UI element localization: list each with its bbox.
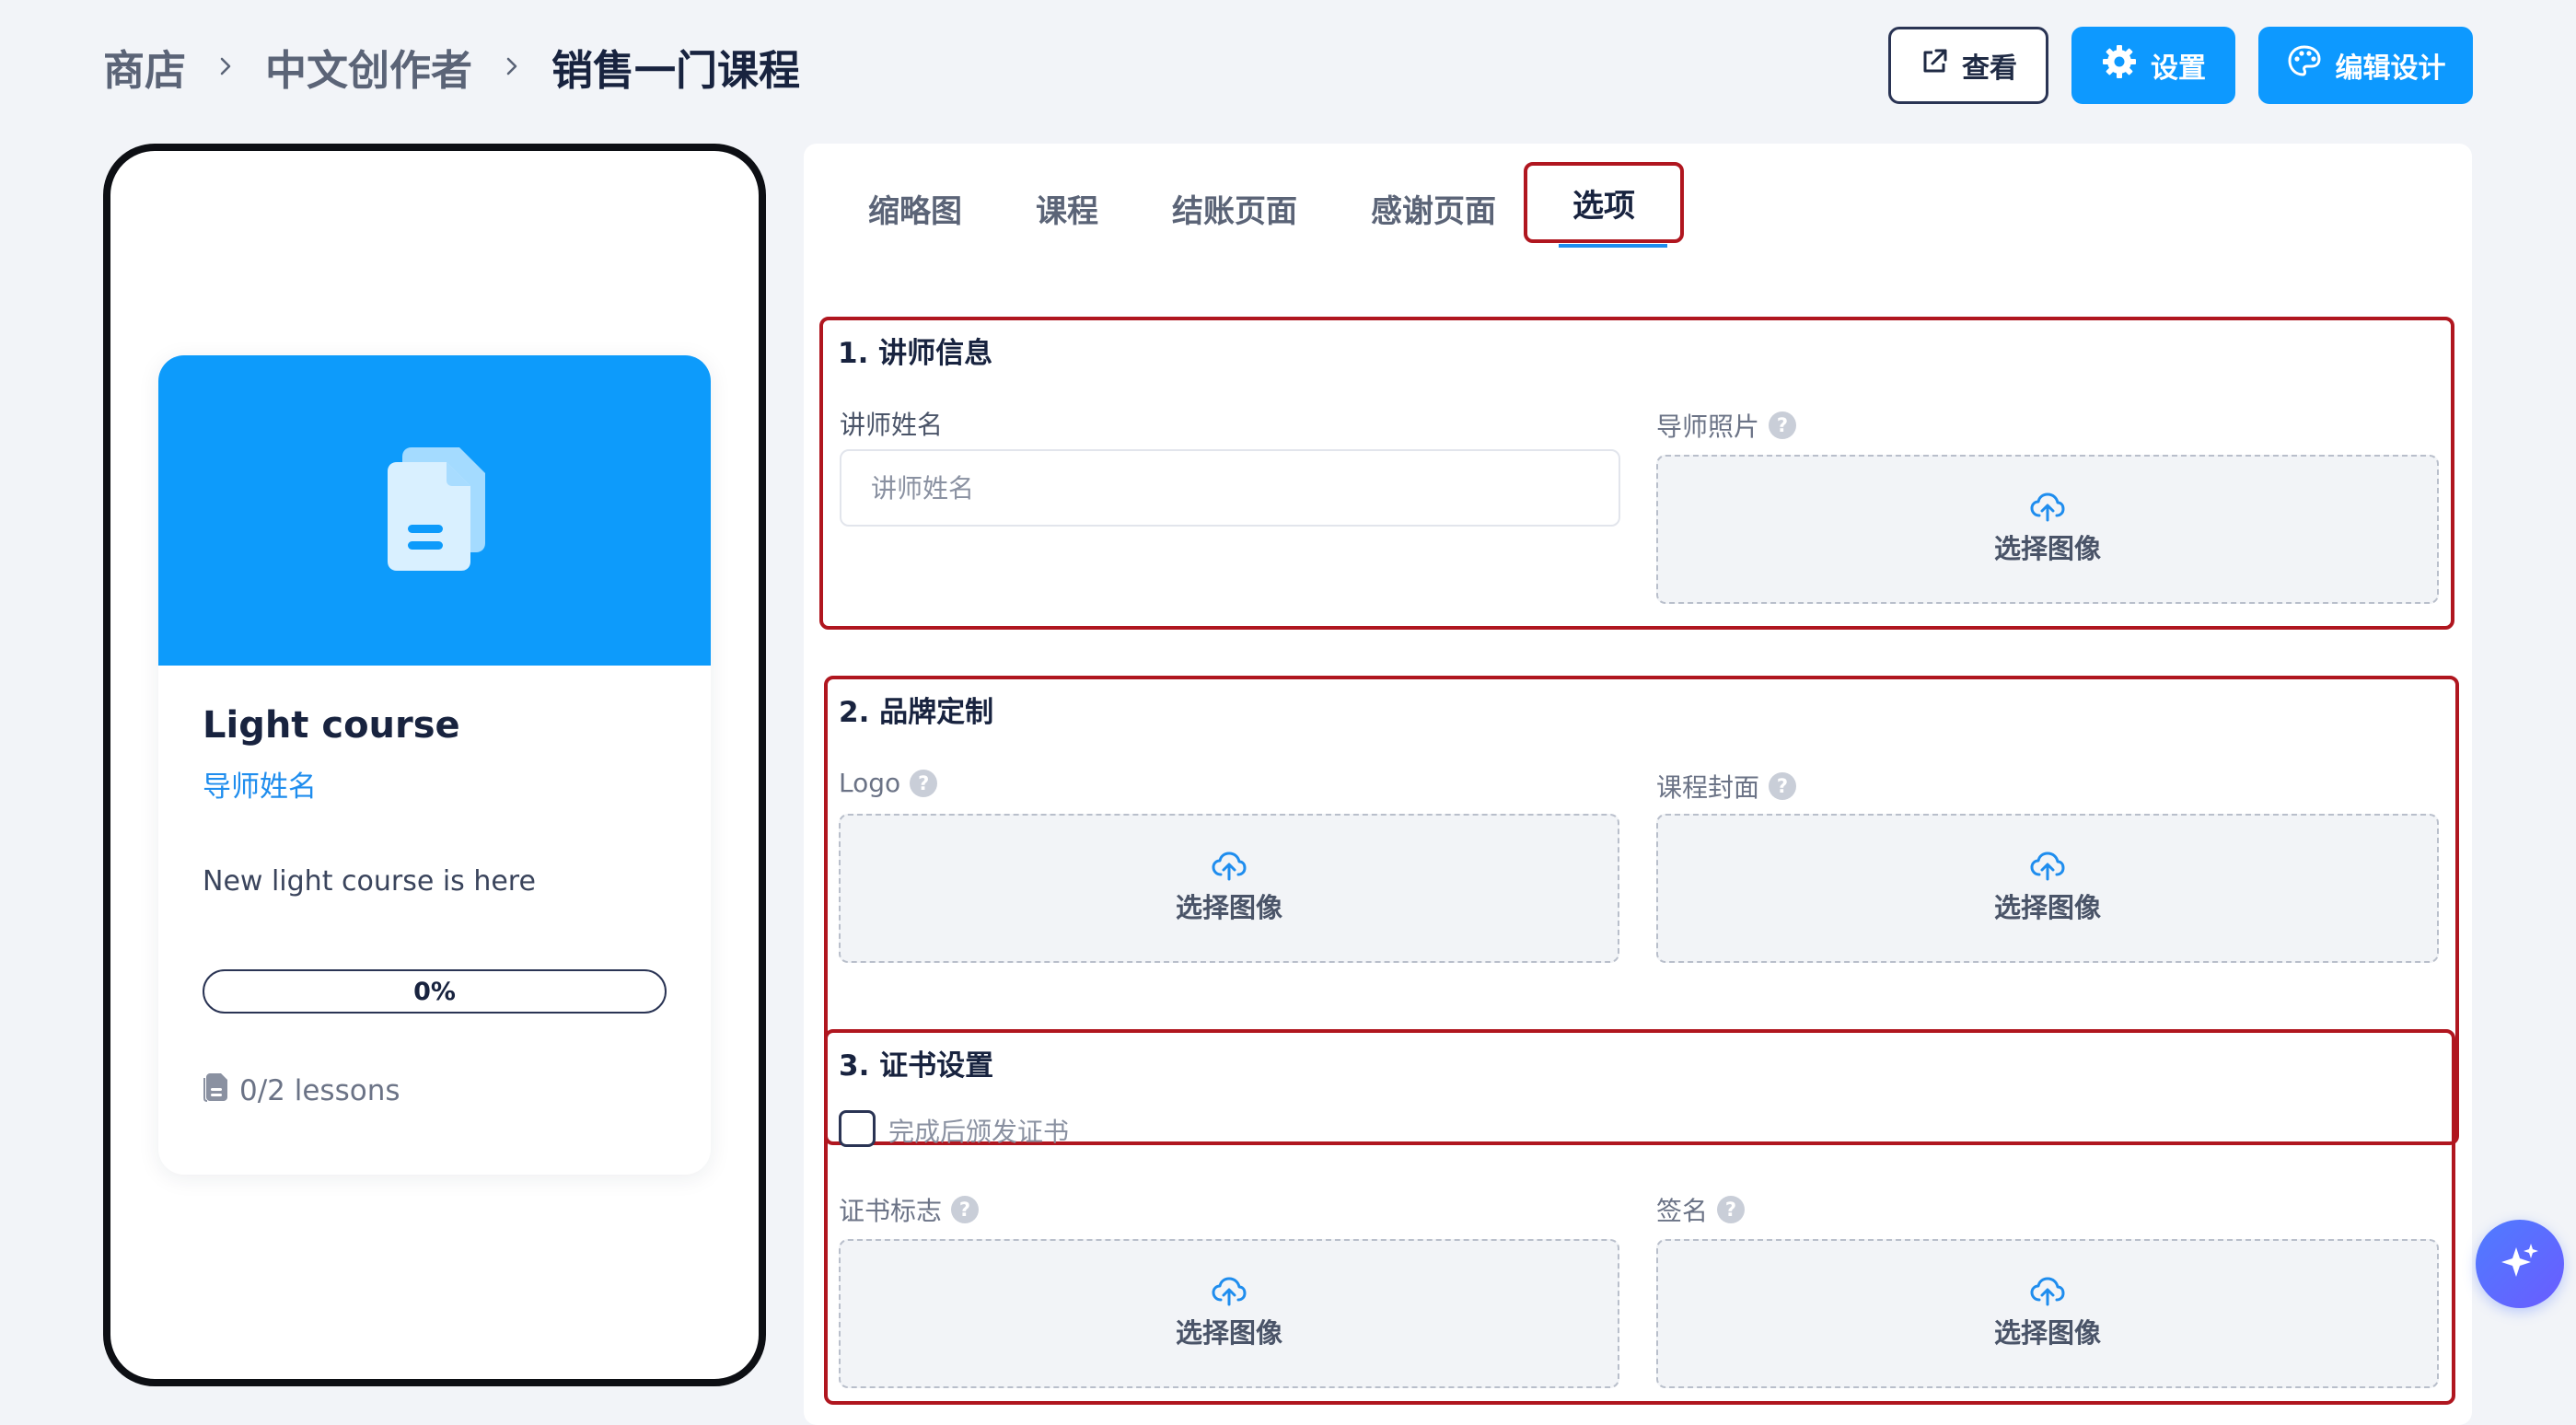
- help-icon[interactable]: ?: [1717, 1196, 1746, 1223]
- help-icon[interactable]: ?: [1769, 411, 1797, 439]
- certificate-section: 3. 证书设置 完成后颁发证书 证书标志 ? 选择图像 签名 ? 选择图像: [824, 1029, 2455, 1405]
- cloud-upload-icon: [1212, 852, 1247, 885]
- section-title: 2. 品牌定制: [839, 696, 994, 729]
- tab-checkout-page[interactable]: 结账页面: [1172, 180, 1297, 236]
- upload-label: 选择图像: [1993, 1317, 2101, 1349]
- issue-certificate-label: 完成后颁发证书: [888, 1117, 1070, 1147]
- settings-button[interactable]: 设置: [2071, 27, 2235, 104]
- upload-label: 选择图像: [1993, 533, 2101, 564]
- course-description: New light course is here: [203, 865, 536, 898]
- instructor-photo-label-text: 导师照片: [1656, 411, 1760, 442]
- cloud-upload-icon: [1212, 1277, 1247, 1310]
- help-icon[interactable]: ?: [910, 769, 938, 797]
- upload-label: 选择图像: [1175, 1317, 1282, 1349]
- section-title: 3. 证书设置: [839, 1049, 994, 1083]
- upload-label: 选择图像: [1175, 892, 1282, 923]
- help-icon[interactable]: ?: [951, 1196, 980, 1223]
- issue-certificate-checkbox[interactable]: [839, 1110, 876, 1147]
- certificate-logo-label-text: 证书标志: [839, 1196, 943, 1226]
- logo-label-text: Logo: [839, 768, 901, 798]
- instructor-photo-label: 导师照片 ?: [1656, 407, 1797, 444]
- help-icon[interactable]: ?: [1769, 772, 1797, 800]
- signature-upload[interactable]: 选择图像: [1656, 1239, 2439, 1388]
- section-title: 1. 讲师信息: [838, 337, 993, 370]
- palette-icon: [2286, 43, 2323, 87]
- course-cover: [158, 355, 711, 666]
- certificate-logo-label: 证书标志 ?: [839, 1191, 980, 1228]
- breadcrumb-item-current: 销售一门课程: [551, 45, 801, 95]
- tab-thumbnail[interactable]: 缩略图: [868, 180, 962, 236]
- lessons-text: 0/2 lessons: [239, 1074, 400, 1107]
- tab-options[interactable]: 选项: [1524, 162, 1684, 248]
- breadcrumb: 商店 中文创作者 销售一门课程: [103, 37, 800, 96]
- breadcrumb-item-creator[interactable]: 中文创作者: [265, 37, 472, 97]
- course-instructor: 导师姓名: [203, 770, 317, 804]
- editor-panel: 缩略图 课程 结账页面 感谢页面 选项 1. 讲师信息 讲师姓名 导师照片 ? …: [804, 144, 2472, 1425]
- course-cover-upload[interactable]: 选择图像: [1656, 814, 2439, 963]
- sparkle-icon: [2498, 1240, 2542, 1288]
- instructor-info-section: 1. 讲师信息 讲师姓名 导师照片 ? 选择图像: [819, 317, 2454, 630]
- breadcrumb-item-store[interactable]: 商店: [103, 37, 186, 97]
- ai-assistant-button[interactable]: [2476, 1220, 2564, 1308]
- chevron-right-icon: [210, 51, 241, 82]
- instructor-photo-upload[interactable]: 选择图像: [1656, 455, 2439, 604]
- certificate-logo-upload[interactable]: 选择图像: [839, 1239, 1619, 1388]
- gear-icon: [2101, 43, 2138, 87]
- course-preview-card: Light course 导师姓名 New light course is he…: [158, 355, 711, 1175]
- edit-design-button-label: 编辑设计: [2335, 52, 2446, 85]
- external-link-icon: [1920, 47, 1949, 84]
- course-cover-label-text: 课程封面: [1656, 772, 1760, 803]
- cloud-upload-icon: [2030, 492, 2065, 526]
- cloud-upload-icon: [2030, 852, 2065, 885]
- course-title: Light course: [203, 704, 460, 747]
- top-actions: 查看 设置 编辑设计: [1888, 27, 2473, 104]
- cloud-upload-icon: [2030, 1277, 2065, 1310]
- documents-icon: [375, 440, 494, 582]
- logo-label: Logo ?: [839, 768, 938, 798]
- instructor-name-input[interactable]: [840, 449, 1620, 527]
- course-body: Light course 导师姓名 New light course is he…: [158, 666, 711, 1109]
- signature-label: 签名 ?: [1656, 1191, 1746, 1228]
- lessons-count: 0/2 lessons: [203, 1072, 667, 1109]
- upload-label: 选择图像: [1993, 892, 2101, 923]
- document-icon: [203, 1072, 228, 1109]
- view-button[interactable]: 查看: [1888, 27, 2048, 104]
- edit-design-button[interactable]: 编辑设计: [2258, 27, 2473, 104]
- course-cover-label: 课程封面 ?: [1656, 768, 1797, 805]
- progress-text: 0%: [413, 977, 456, 1006]
- chevron-right-icon: [496, 51, 528, 82]
- instructor-name-label: 讲师姓名: [840, 405, 943, 442]
- instructor-name-label-text: 讲师姓名: [840, 410, 944, 440]
- view-button-label: 查看: [1962, 52, 2017, 85]
- progress-bar: 0%: [203, 969, 667, 1014]
- tab-course[interactable]: 课程: [1036, 180, 1098, 236]
- logo-upload[interactable]: 选择图像: [839, 814, 1619, 963]
- tab-bar: 缩略图 课程 结账页面 感谢页面 选项: [868, 162, 1684, 248]
- tab-thank-you-page[interactable]: 感谢页面: [1371, 180, 1496, 236]
- signature-label-text: 签名: [1656, 1196, 1709, 1226]
- settings-button-label: 设置: [2151, 52, 2206, 85]
